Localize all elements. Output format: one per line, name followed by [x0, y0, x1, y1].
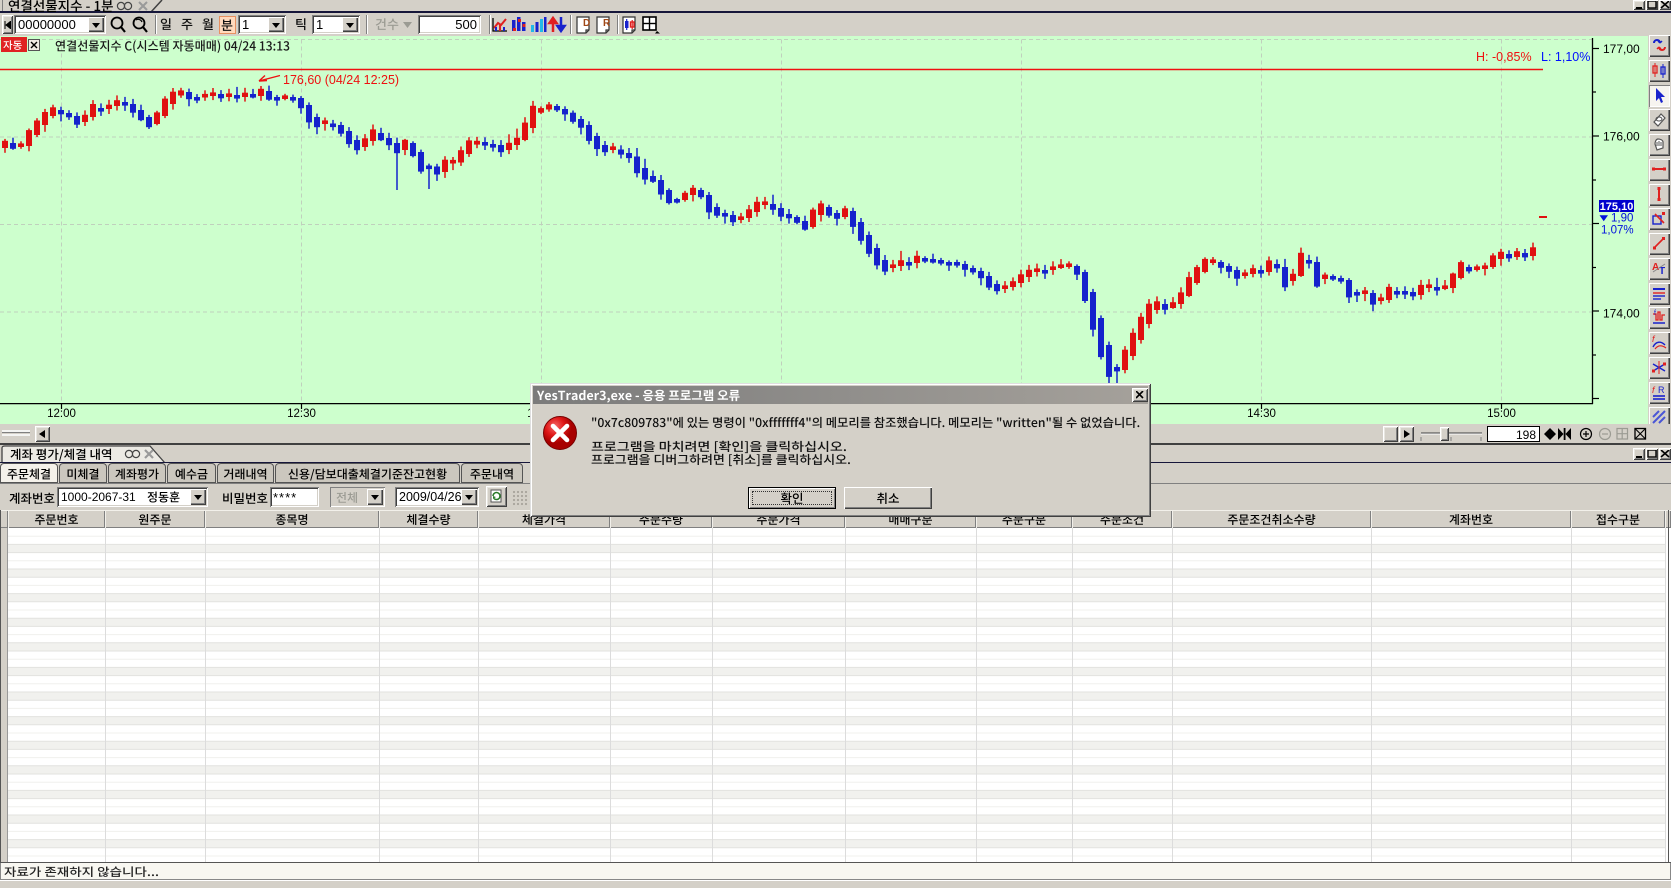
svg-text:H: -0,85%: H: -0,85%: [1476, 50, 1532, 64]
svg-text:1,90: 1,90: [1611, 213, 1633, 225]
svg-text:176,00: 176,00: [1603, 130, 1640, 144]
svg-text:14:30: 14:30: [1247, 408, 1276, 420]
svg-text:12:30: 12:30: [287, 408, 316, 420]
svg-text:L: 1,10%: L: 1,10%: [1541, 50, 1590, 64]
svg-text:177,00: 177,00: [1603, 42, 1640, 56]
svg-text:D: D: [583, 18, 590, 29]
svg-text:f: f: [1652, 334, 1656, 344]
svg-text:15:00: 15:00: [1487, 408, 1516, 420]
svg-text:12:00: 12:00: [47, 408, 76, 420]
svg-text:174,00: 174,00: [1603, 307, 1640, 321]
svg-text:f: f: [1652, 385, 1656, 395]
svg-text:1,07%: 1,07%: [1601, 225, 1634, 237]
svg-text:f: f: [1654, 310, 1656, 317]
svg-text:176,60 (04/24 12:25): 176,60 (04/24 12:25): [283, 73, 399, 87]
svg-text:R: R: [1658, 385, 1665, 395]
svg-text:175,10: 175,10: [1600, 201, 1634, 213]
svg-text:R: R: [603, 18, 611, 29]
